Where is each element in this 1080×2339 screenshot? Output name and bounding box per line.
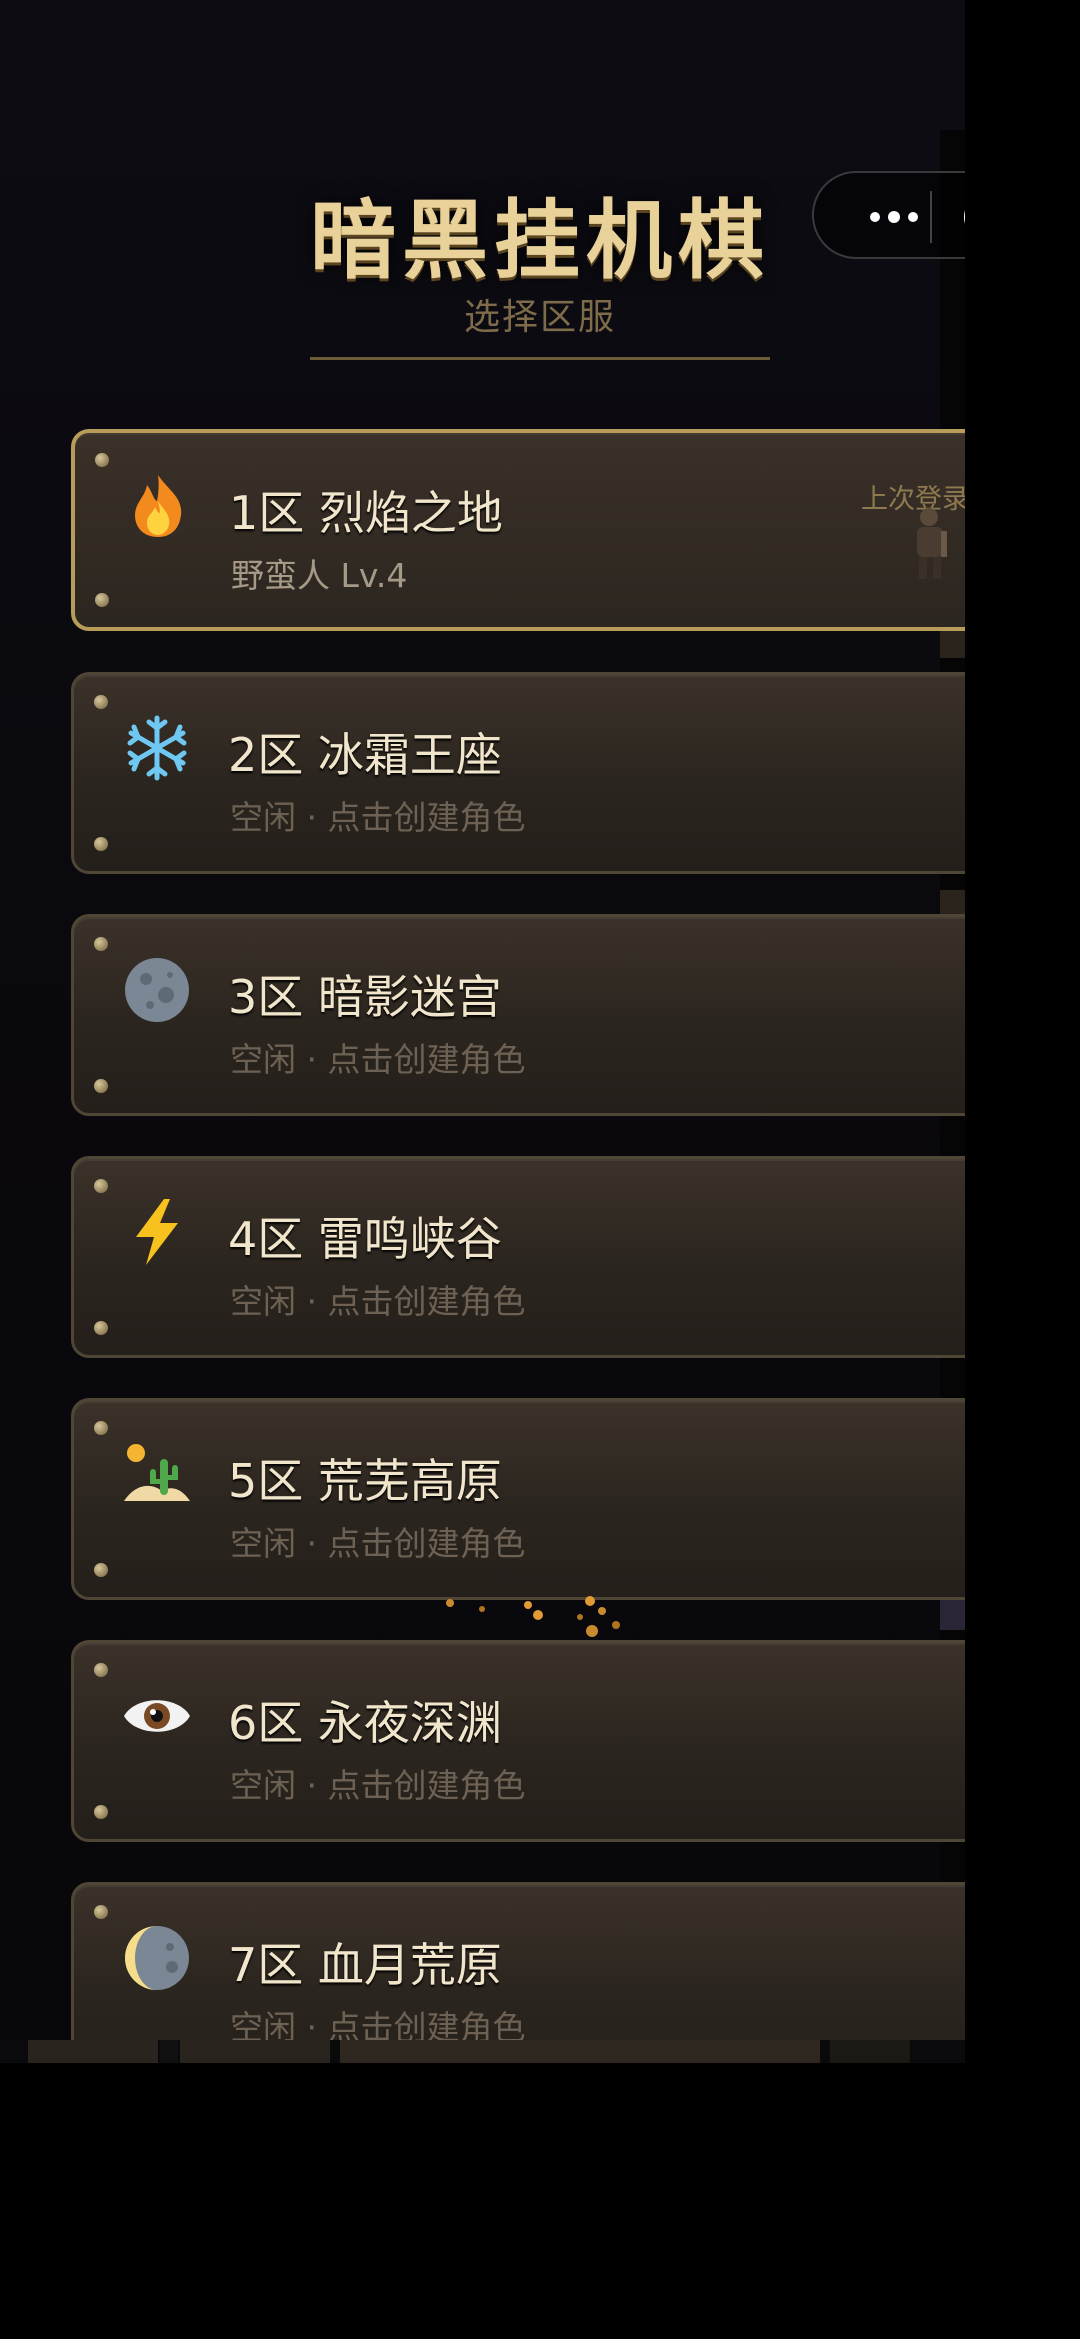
server-card-3[interactable]: 3区 暗影迷宫 空闲 · 点击创建角色 — [71, 914, 965, 1116]
server-card-2[interactable]: 2区 冰霜王座 空闲 · 点击创建角色 — [71, 672, 965, 874]
server-title: 2区 冰霜王座 — [228, 728, 502, 782]
rivet-icon — [94, 1563, 108, 1577]
snowflake-icon — [127, 715, 187, 781]
server-card-1[interactable]: 1区 烈焰之地 野蛮人 Lv.4 上次登录 — [71, 429, 965, 631]
barbarian-avatar-icon — [917, 508, 947, 579]
rivet-icon — [94, 1805, 108, 1819]
rivet-icon — [94, 937, 108, 951]
server-status: 空闲 · 点击创建角色 — [230, 798, 526, 837]
server-status: 空闲 · 点击创建角色 — [230, 1766, 526, 1805]
server-title: 1区 烈焰之地 — [229, 486, 503, 540]
rivet-icon — [95, 453, 109, 467]
server-title: 4区 雷鸣峡谷 — [228, 1212, 502, 1266]
rivet-icon — [95, 593, 109, 607]
server-title: 7区 血月荒原 — [228, 1938, 502, 1992]
server-title: 5区 荒芜高原 — [228, 1454, 502, 1508]
server-status: 空闲 · 点击创建角色 — [230, 1040, 526, 1079]
app-screen: 暗黑挂机棋 选择区服 1区 烈焰之地 野蛮人 Lv.4 上次登录 2区 冰霜王座… — [0, 0, 965, 2063]
moon-icon — [125, 958, 189, 1022]
eye-icon — [124, 1700, 190, 1732]
server-character: 野蛮人 Lv.4 — [231, 556, 408, 595]
page-subtitle: 选择区服 — [463, 297, 616, 338]
server-card-5[interactable]: 5区 荒芜高原 空闲 · 点击创建角色 — [71, 1398, 965, 1600]
title-divider — [310, 357, 770, 360]
page-title: 暗黑挂机棋 — [310, 191, 770, 291]
rivet-icon — [94, 1421, 108, 1435]
rivet-icon — [94, 1079, 108, 1093]
lightning-icon — [136, 1199, 178, 1265]
server-title: 6区 永夜深渊 — [228, 1696, 502, 1750]
fire-icon — [135, 475, 182, 537]
server-title: 3区 暗影迷宫 — [228, 970, 502, 1024]
rivet-icon — [94, 695, 108, 709]
server-card-6[interactable]: 6区 永夜深渊 空闲 · 点击创建角色 — [71, 1640, 965, 1842]
rivet-icon — [94, 1321, 108, 1335]
rivet-icon — [94, 837, 108, 851]
server-card-7[interactable]: 7区 血月荒原 空闲 · 点击创建角色 — [71, 1882, 965, 2063]
crescent-moon-icon — [125, 1926, 189, 1990]
desert-icon — [124, 1444, 190, 1501]
server-card-4[interactable]: 4区 雷鸣峡谷 空闲 · 点击创建角色 — [71, 1156, 965, 1358]
server-status: 空闲 · 点击创建角色 — [230, 1524, 526, 1563]
rivet-icon — [94, 1905, 108, 1919]
rivet-icon — [94, 1663, 108, 1677]
server-status: 空闲 · 点击创建角色 — [230, 1282, 526, 1321]
ember-particles — [446, 1596, 620, 1637]
render-glitch-row — [0, 2040, 965, 2063]
rivet-icon — [94, 1179, 108, 1193]
